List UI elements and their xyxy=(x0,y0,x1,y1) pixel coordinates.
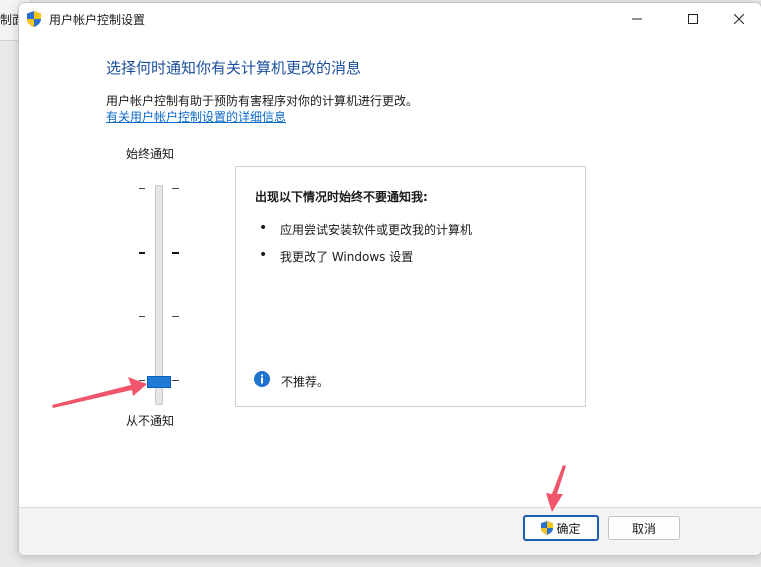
cancel-button-label: 取消 xyxy=(631,521,656,536)
close-icon xyxy=(734,14,744,24)
more-info-link[interactable]: 有关用户帐户控制设置的详细信息 xyxy=(106,108,286,125)
slider-tick-left-4 xyxy=(139,380,145,381)
level-description-item-1: 应用尝试安装软件或更改我的计算机 xyxy=(280,223,473,237)
bullet-1: • xyxy=(259,220,268,236)
minimize-button[interactable] xyxy=(614,3,660,35)
bullet-2: • xyxy=(259,247,268,263)
slider-tick-left-2 xyxy=(139,252,145,254)
slider-tick-right-4 xyxy=(172,380,179,381)
close-button[interactable] xyxy=(716,3,761,35)
uac-settings-dialog: 用户帐户控制设置 选择何时通知你有关计算机更改的消息 用户帐户控制有助于预防有害… xyxy=(18,2,761,556)
maximize-button[interactable] xyxy=(670,3,716,35)
info-icon xyxy=(254,371,270,387)
slider-tick-left-3 xyxy=(139,316,145,317)
slider-bottom-label: 从不通知 xyxy=(126,414,175,428)
minimize-icon xyxy=(632,18,642,20)
slider-tick-right-1 xyxy=(172,188,179,189)
notification-slider-track[interactable] xyxy=(155,185,163,405)
ok-button-label: 确定 xyxy=(556,521,581,536)
window-title: 用户帐户控制设置 xyxy=(49,13,146,27)
slider-tick-left-1 xyxy=(139,188,145,189)
description-text: 用户帐户控制有助于预防有害程序对你的计算机进行更改。 xyxy=(106,94,419,108)
not-recommended-note: 不推荐。 xyxy=(281,375,330,389)
maximize-icon xyxy=(688,14,698,24)
level-description-heading: 出现以下情况时始终不要通知我: xyxy=(255,190,428,204)
slider-tick-right-3 xyxy=(172,316,179,317)
notification-slider-thumb[interactable] xyxy=(147,376,171,388)
title-bar[interactable]: 用户帐户控制设置 xyxy=(19,3,761,35)
ok-button[interactable]: 确定 xyxy=(523,515,599,541)
level-description-box: 出现以下情况时始终不要通知我: • 应用尝试安装软件或更改我的计算机 • 我更改… xyxy=(235,166,586,407)
cancel-button[interactable]: 取消 xyxy=(608,516,680,540)
slider-top-label: 始终通知 xyxy=(126,147,175,161)
page-heading: 选择何时通知你有关计算机更改的消息 xyxy=(106,59,362,77)
slider-tick-right-2 xyxy=(172,252,179,254)
uac-shield-icon xyxy=(541,521,554,535)
level-description-item-2: 我更改了 Windows 设置 xyxy=(280,250,414,264)
uac-shield-icon xyxy=(27,11,41,27)
